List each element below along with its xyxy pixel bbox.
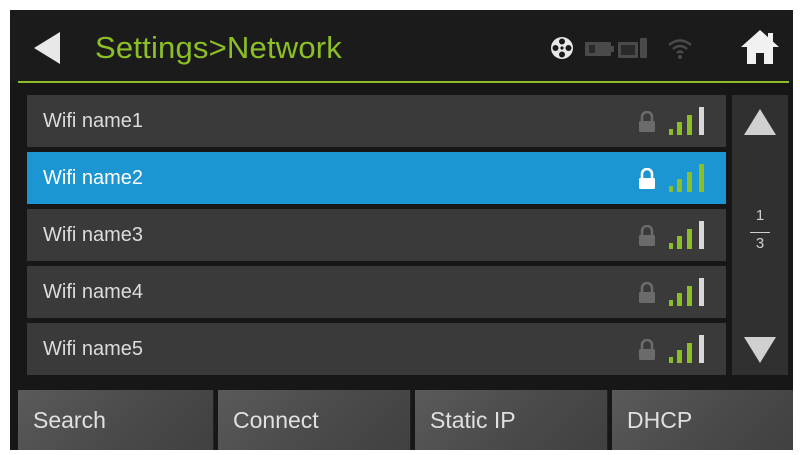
network-settings-screen: Settings>Network Wifi name1 Wifi name2 W… [10,10,793,450]
network-name: Wifi name2 [43,167,144,189]
connect-button-label: Connect [233,407,319,433]
scroll-up-icon[interactable] [742,107,778,137]
static-ip-button[interactable]: Static IP [415,390,608,450]
lock-icon [639,282,655,303]
signal-strength-icon [669,221,704,249]
search-button[interactable]: Search [18,390,214,450]
lock-icon [639,339,655,360]
dhcp-button-label: DHCP [627,407,693,433]
wifi-icon [668,39,692,59]
lock-icon [639,168,655,189]
signal-strength-icon [669,278,704,306]
network-row[interactable]: Wifi name1 [27,95,726,147]
home-icon[interactable] [740,29,780,65]
battery-icon [585,42,614,56]
dhcp-button[interactable]: DHCP [612,390,793,450]
network-row[interactable]: Wifi name5 [27,323,726,375]
static-ip-button-label: Static IP [430,407,516,433]
page-total: 3 [755,235,765,252]
page-title: Settings>Network [95,30,343,65]
network-row[interactable]: Wifi name4 [27,266,726,318]
header-bar: Settings>Network [10,10,793,82]
scroll-down-icon[interactable] [742,335,778,365]
network-name: Wifi name1 [43,110,144,132]
search-button-label: Search [33,407,106,433]
bottom-button-bar: Search Connect Static IP DHCP [18,390,793,450]
lock-icon [639,225,655,246]
connect-button[interactable]: Connect [218,390,411,450]
signal-strength-icon [669,164,704,192]
network-name: Wifi name5 [43,338,144,360]
signal-strength-icon [669,107,704,135]
film-reel-icon [551,37,573,59]
back-icon[interactable] [30,30,66,66]
signal-strength-icon [669,335,704,363]
network-row[interactable]: Wifi name3 [27,209,726,261]
network-name: Wifi name3 [43,224,144,246]
scrollbar: 1 3 [732,95,788,375]
device-icon [618,38,647,58]
lock-icon [639,111,655,132]
header-divider [18,81,789,83]
page-divider [750,232,770,233]
network-name: Wifi name4 [43,281,144,303]
network-row[interactable]: Wifi name2 [27,152,726,204]
page-current: 1 [755,207,765,224]
